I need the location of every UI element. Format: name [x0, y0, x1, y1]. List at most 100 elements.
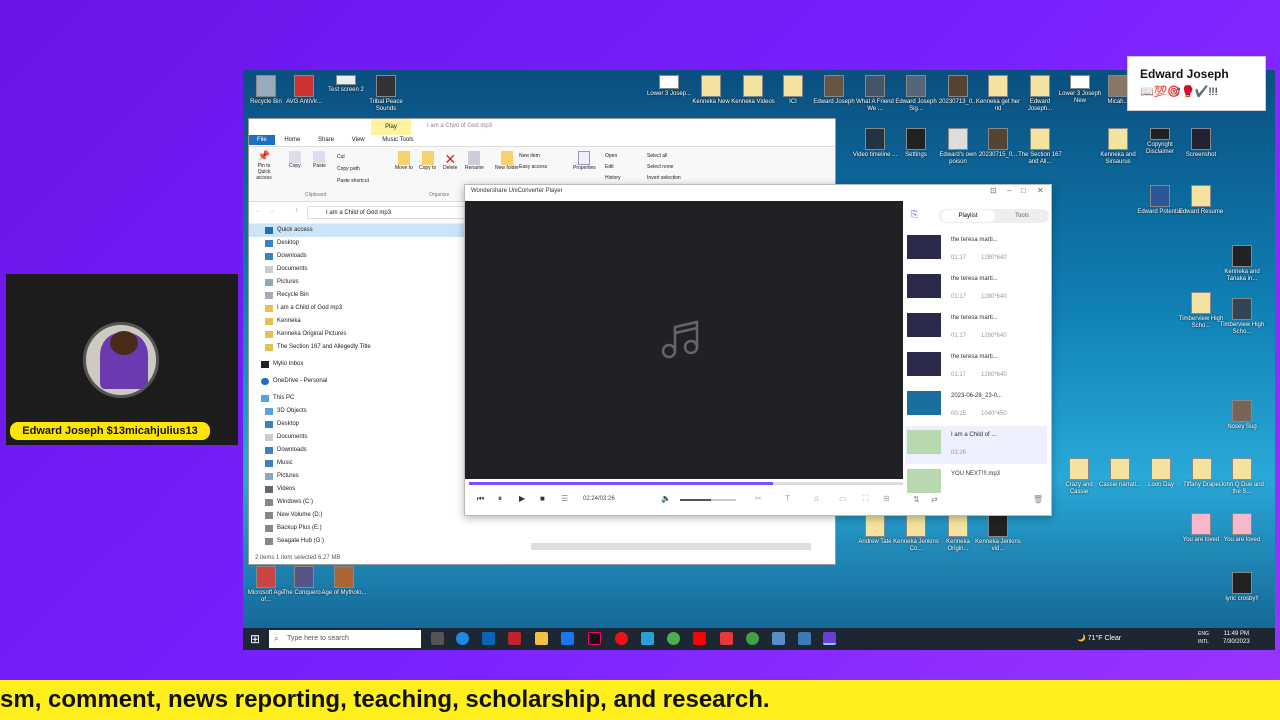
desktop-icon[interactable]: Edward Joseph Sig... — [893, 75, 939, 113]
language-indicator[interactable]: ENG INTL — [1198, 630, 1220, 646]
nav-item[interactable]: Backup Plus (E:) — [249, 522, 835, 535]
tab-playlist[interactable]: Playlist — [941, 210, 995, 222]
aspect-icon[interactable]: ▭ — [839, 494, 847, 503]
history-button[interactable]: History — [605, 173, 621, 184]
playlist-item[interactable]: the teresa marti... 01:17 1280*640 — [905, 309, 1047, 347]
rename-button[interactable]: Rename — [465, 151, 484, 171]
chrome-icon[interactable] — [667, 632, 680, 645]
easy-access-button[interactable]: Easy access — [519, 162, 547, 173]
add-file-icon[interactable]: ⎘ — [911, 209, 918, 220]
youtube-icon[interactable] — [693, 632, 706, 645]
playlist-item[interactable]: the teresa marti... 01:17 1280*640 — [905, 270, 1047, 308]
new-folder-button[interactable]: New folder — [495, 151, 519, 171]
desktop-icon[interactable]: You are loved — [1178, 513, 1224, 544]
sort-icon[interactable]: ⇅ — [913, 495, 920, 504]
desktop-icon[interactable]: ICI — [770, 75, 816, 106]
desktop-icon[interactable]: Edward Joseph — [811, 75, 857, 106]
edge-icon[interactable] — [456, 632, 469, 645]
desktop-icon[interactable]: Andrew Tate — [852, 515, 898, 546]
copy-path-button[interactable]: Copy path — [337, 163, 369, 175]
windows-start-icon[interactable]: ⊞ — [250, 632, 260, 646]
fullscreen-icon[interactable]: ⛶ — [863, 494, 869, 504]
playlist-item[interactable]: the teresa marti... 01:17 1280*640 — [905, 348, 1047, 386]
seek-bar[interactable] — [469, 482, 903, 485]
desktop-icon[interactable]: Kenneka Jenkins Co... — [893, 515, 939, 553]
desktop-icon[interactable]: You are loved — [1219, 513, 1265, 544]
move-to-button[interactable]: Move to — [395, 151, 413, 171]
desktop-icon[interactable]: Kenneka Jenkins vid... — [975, 515, 1021, 553]
edit-button[interactable]: Edit — [605, 162, 621, 173]
uniconverter-icon[interactable] — [823, 632, 836, 645]
desktop-icon[interactable]: Loon Day — [1138, 458, 1184, 489]
copy-to-button[interactable]: Copy to — [419, 151, 436, 171]
app-icon[interactable] — [798, 632, 811, 645]
minimize-icon[interactable]: – — [1007, 186, 1011, 195]
maximize-icon[interactable]: □ — [1021, 186, 1026, 195]
desktop-icon[interactable]: Video timeline ... — [852, 128, 898, 159]
select-none-button[interactable]: Select none — [647, 162, 681, 173]
clock[interactable]: 11:49 PM 7/30/2023 — [1223, 630, 1250, 646]
mail-icon[interactable] — [482, 632, 495, 645]
play-icon[interactable]: ▶ — [519, 494, 525, 503]
volume-slider[interactable] — [680, 499, 736, 501]
shuffle-icon[interactable]: ⇄ — [931, 495, 938, 504]
address-bar[interactable]: I am a Child of God mp3 — [307, 206, 467, 219]
desktop-icon[interactable]: Kenneka and Tanaka in... — [1219, 245, 1265, 283]
invert-selection-button[interactable]: Invert selection — [647, 173, 681, 184]
desktop-icon[interactable]: Settings — [893, 128, 939, 159]
desktop-icon[interactable]: Copyright Disclaimer — [1137, 128, 1183, 156]
pause-icon[interactable]: ⏸ — [498, 494, 502, 504]
trash-icon[interactable]: 🗑 — [1033, 495, 1043, 504]
desktop-icon[interactable]: Edward Resume — [1178, 185, 1224, 216]
stop-icon[interactable]: ■ — [540, 494, 545, 503]
audio-track-icon[interactable]: ♫ — [813, 494, 819, 503]
desktop-icon[interactable]: Nosey Sug — [1219, 400, 1265, 431]
paste-button[interactable]: Paste — [313, 151, 326, 169]
desktop-icon[interactable]: Crazy and Cassie — [1056, 458, 1102, 496]
desktop-icon[interactable]: Edward Potential — [1137, 185, 1183, 216]
chrome-icon[interactable] — [746, 632, 759, 645]
desktop-icon[interactable]: John Q Due and the S... — [1219, 458, 1265, 496]
playlist-item[interactable]: 2023-06-28_23-0... 00:15 1040*450 — [905, 387, 1047, 425]
tab-tools[interactable]: Tools — [995, 210, 1049, 222]
close-icon[interactable]: ✕ — [1037, 186, 1044, 195]
subtitle-icon[interactable]: T — [785, 494, 790, 503]
desktop-icon[interactable]: Tribal Peace Sounds — [363, 75, 409, 113]
cut-icon[interactable]: ✂ — [755, 494, 762, 503]
app-icon[interactable] — [641, 632, 654, 645]
tab-home[interactable]: Home — [276, 135, 308, 145]
up-icon[interactable]: ↑ — [295, 208, 298, 214]
desktop-icon[interactable]: Kenneka New — [688, 75, 734, 106]
pin-icon[interactable]: ⊡ — [990, 186, 997, 195]
facebook-icon[interactable] — [561, 632, 574, 645]
open-button[interactable]: Open — [605, 151, 621, 162]
tab-share[interactable]: Share — [310, 135, 342, 145]
previous-icon[interactable]: ⏮ — [477, 494, 484, 504]
desktop-icon[interactable]: lyric crosby!! — [1219, 572, 1265, 603]
cut-button[interactable]: Cut — [337, 151, 369, 163]
desktop-icon[interactable]: Screenshot — [1178, 128, 1224, 159]
delete-button[interactable]: ✕ Delete — [443, 151, 457, 171]
forward-icon[interactable]: → — [269, 208, 275, 214]
opera-icon[interactable] — [615, 632, 628, 645]
desktop-icon[interactable]: Timberview High Scho... — [1178, 292, 1224, 330]
desktop-icon[interactable]: The Section 167 and All... — [1017, 128, 1063, 166]
tab-file[interactable]: File — [249, 135, 275, 145]
horizontal-scrollbar[interactable] — [531, 543, 811, 550]
task-view-icon[interactable] — [431, 632, 444, 645]
playlist-item[interactable]: I am a Child of ... 03:26 — [905, 426, 1047, 464]
tab-view[interactable]: View — [344, 135, 373, 145]
new-item-button[interactable]: New item — [519, 151, 547, 162]
desktop-icon[interactable]: What A Friend We ... — [852, 75, 898, 113]
back-icon[interactable]: ← — [255, 208, 261, 214]
playlist-item[interactable]: the teresa marti... 01:17 1280*640 — [905, 231, 1047, 269]
desktop-icon[interactable]: Cassie narrati... — [1097, 458, 1143, 489]
playlist-item[interactable]: YOU NEXT!!!.mp3 — [905, 465, 1047, 503]
search-box[interactable]: ⌕ Type here to search — [269, 630, 421, 648]
screenshot-icon[interactable]: ⊞ — [883, 494, 890, 503]
volume-icon[interactable]: 🔈 — [661, 494, 671, 503]
desktop-icon[interactable]: Kenneka and Sirsaurus — [1095, 128, 1141, 166]
paste-shortcut-button[interactable]: Paste shortcut — [337, 175, 369, 187]
app-icon[interactable] — [508, 632, 521, 645]
play-context-tab[interactable]: Play — [371, 119, 411, 135]
